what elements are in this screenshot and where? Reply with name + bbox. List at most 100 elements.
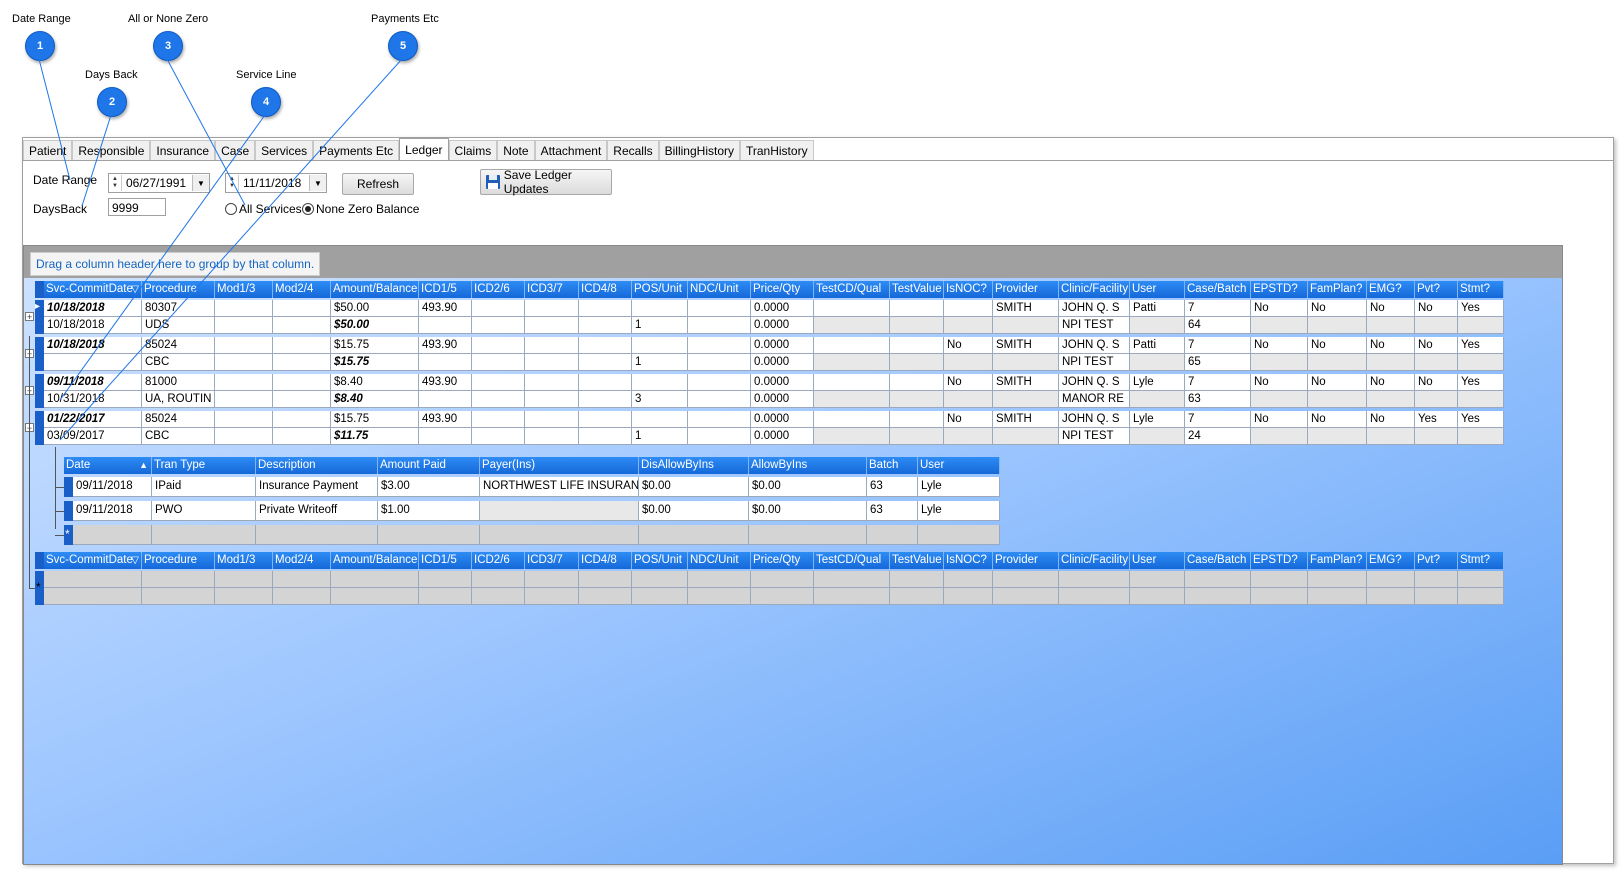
date-to-spinner[interactable]: ▲ ▼ — [226, 175, 239, 191]
service-1-row1-famplan-[interactable]: No — [1308, 300, 1367, 317]
service-3-row1-svc-commitdate[interactable]: 09/11/2018 — [44, 374, 142, 391]
service-new-row-cell[interactable] — [688, 571, 751, 588]
payment-1-disallowbyins[interactable]: $0.00 — [639, 477, 749, 497]
payment-new-row-cell[interactable] — [480, 525, 639, 545]
service-1-row1-icd2-6[interactable] — [472, 300, 525, 317]
radio-all-services[interactable]: All Services — [225, 202, 302, 216]
service-2-row2-testvalue[interactable] — [890, 354, 944, 371]
service-2-row2-isnoc-[interactable] — [944, 354, 993, 371]
service-new-row-cell[interactable] — [1458, 588, 1504, 605]
payment-1-batch[interactable]: 63 — [867, 477, 918, 497]
service-4-row1-testvalue[interactable] — [890, 411, 944, 428]
new-service-header-procedure[interactable]: Procedure — [142, 552, 215, 569]
new-service-header-testvalue[interactable]: TestValue — [890, 552, 944, 569]
payment-header-tran-type[interactable]: Tran Type — [152, 457, 256, 474]
service-2-row2-mod1-3[interactable] — [215, 354, 273, 371]
payment-header-allowbyins[interactable]: AllowByIns — [749, 457, 867, 474]
service-3-row1-mod2-4[interactable] — [273, 374, 331, 391]
service-2-row1-epstd-[interactable]: No — [1251, 337, 1308, 354]
service-4-row1-emg-[interactable]: No — [1367, 411, 1415, 428]
service-1-row1-ndc-unit[interactable] — [688, 300, 751, 317]
service-new-row-cell[interactable] — [472, 571, 525, 588]
service-3-row1-pos-unit[interactable] — [632, 374, 688, 391]
service-2-row2-pvt-[interactable] — [1415, 354, 1458, 371]
service-3-row1-ndc-unit[interactable] — [688, 374, 751, 391]
service-new-row-cell[interactable] — [944, 588, 993, 605]
service-header-ndc-unit[interactable]: NDC/Unit — [688, 281, 751, 298]
service-header-icd3-7[interactable]: ICD3/7 — [525, 281, 579, 298]
service-4-row1-icd3-7[interactable] — [525, 411, 579, 428]
service-1-row2-amount-balance[interactable]: $50.00 — [331, 317, 419, 334]
service-2-row2-mod2-4[interactable] — [273, 354, 331, 371]
payment-2-description[interactable]: Private Writeoff — [256, 501, 378, 521]
service-2-row2-amount-balance[interactable]: $15.75 — [331, 354, 419, 371]
service-2-row1-isnoc-[interactable]: No — [944, 337, 993, 354]
service-3-row1-testvalue[interactable] — [890, 374, 944, 391]
service-3-row1-icd1-5[interactable]: 493.90 — [419, 374, 472, 391]
service-new-row-cell[interactable] — [579, 588, 632, 605]
service-new-row-cell[interactable] — [993, 571, 1059, 588]
service-new-row-cell[interactable] — [814, 588, 890, 605]
new-service-header-ndc-unit[interactable]: NDC/Unit — [688, 552, 751, 569]
service-3-row1-isnoc-[interactable]: No — [944, 374, 993, 391]
new-service-header-pvt-[interactable]: Pvt? — [1415, 552, 1458, 569]
expand-icon[interactable]: + — [25, 312, 34, 322]
service-3-row2-testvalue[interactable] — [890, 391, 944, 408]
service-1-row1-testcd-qual[interactable] — [814, 300, 890, 317]
new-service-header-mod1-3[interactable]: Mod1/3 — [215, 552, 273, 569]
service-new-row-cell[interactable] — [890, 571, 944, 588]
service-1-row1-svc-commitdate[interactable]: 10/18/2018 — [44, 300, 142, 317]
payment-new-row-cell[interactable] — [378, 525, 480, 545]
service-3-row2-mod2-4[interactable] — [273, 391, 331, 408]
new-service-header-mod2-4[interactable]: Mod2/4 — [273, 552, 331, 569]
payment-new-row-cell[interactable] — [918, 525, 1000, 545]
service-1-row2-pos-unit[interactable]: 1 — [632, 317, 688, 334]
service-1-row1-emg-[interactable]: No — [1367, 300, 1415, 317]
service-3-row2-amount-balance[interactable]: $8.40 — [331, 391, 419, 408]
radio-none-zero-balance[interactable]: None Zero Balance — [302, 202, 419, 216]
service-new-row-cell[interactable] — [142, 571, 215, 588]
service-new-row-cell[interactable] — [472, 588, 525, 605]
service-1-row2-clinic-facility[interactable]: NPI TEST — [1059, 317, 1130, 334]
new-service-header-user[interactable]: User — [1130, 552, 1185, 569]
service-row-indicator[interactable] — [35, 337, 44, 371]
payment-new-row-cell[interactable] — [256, 525, 378, 545]
service-4-row1-clinic-facility[interactable]: JOHN Q. S — [1059, 411, 1130, 428]
new-service-header-pos-unit[interactable]: POS/Unit — [632, 552, 688, 569]
payment-new-row-cell[interactable] — [867, 525, 918, 545]
service-4-row1-stmt-[interactable]: Yes — [1458, 411, 1504, 428]
service-1-row1-clinic-facility[interactable]: JOHN Q. S — [1059, 300, 1130, 317]
payment-1-user[interactable]: Lyle — [918, 477, 1000, 497]
new-service-header-epstd-[interactable]: EPSTD? — [1251, 552, 1308, 569]
service-4-row2-mod2-4[interactable] — [273, 428, 331, 445]
service-3-row1-emg-[interactable]: No — [1367, 374, 1415, 391]
service-3-row2-famplan-[interactable] — [1308, 391, 1367, 408]
filter-icon[interactable]: ▽ — [131, 281, 139, 298]
service-3-row2-testcd-qual[interactable] — [814, 391, 890, 408]
service-4-row1-price-qty[interactable]: 0.0000 — [751, 411, 814, 428]
service-2-row2-icd1-5[interactable] — [419, 354, 472, 371]
service-3-row2-clinic-facility[interactable]: MANOR RE — [1059, 391, 1130, 408]
tab-attachment[interactable]: Attachment — [534, 140, 608, 161]
payment-1-allowbyins[interactable]: $0.00 — [749, 477, 867, 497]
service-4-row2-epstd-[interactable] — [1251, 428, 1308, 445]
payment-row-indicator[interactable] — [64, 501, 73, 521]
service-2-row2-price-qty[interactable]: 0.0000 — [751, 354, 814, 371]
service-4-row1-ndc-unit[interactable] — [688, 411, 751, 428]
service-4-row2-stmt-[interactable] — [1458, 428, 1504, 445]
service-3-row2-procedure[interactable]: UA, ROUTIN — [142, 391, 215, 408]
service-4-row1-icd1-5[interactable]: 493.90 — [419, 411, 472, 428]
service-2-row1-icd2-6[interactable] — [472, 337, 525, 354]
service-2-row1-procedure[interactable]: 85024 — [142, 337, 215, 354]
service-3-row1-icd4-8[interactable] — [579, 374, 632, 391]
service-4-row1-provider[interactable]: SMITH — [993, 411, 1059, 428]
service-2-row2-case-batch[interactable]: 65 — [1185, 354, 1251, 371]
service-4-row1-mod1-3[interactable] — [215, 411, 273, 428]
sort-ascending-icon[interactable]: ▲ — [139, 457, 148, 474]
service-1-row2-svc-commitdate[interactable]: 10/18/2018 — [44, 317, 142, 334]
service-header-stmt-[interactable]: Stmt? — [1458, 281, 1504, 298]
tab-note[interactable]: Note — [497, 140, 535, 161]
service-2-row1-amount-balance[interactable]: $15.75 — [331, 337, 419, 354]
service-new-row-cell[interactable] — [331, 588, 419, 605]
service-new-row-cell[interactable] — [1458, 571, 1504, 588]
